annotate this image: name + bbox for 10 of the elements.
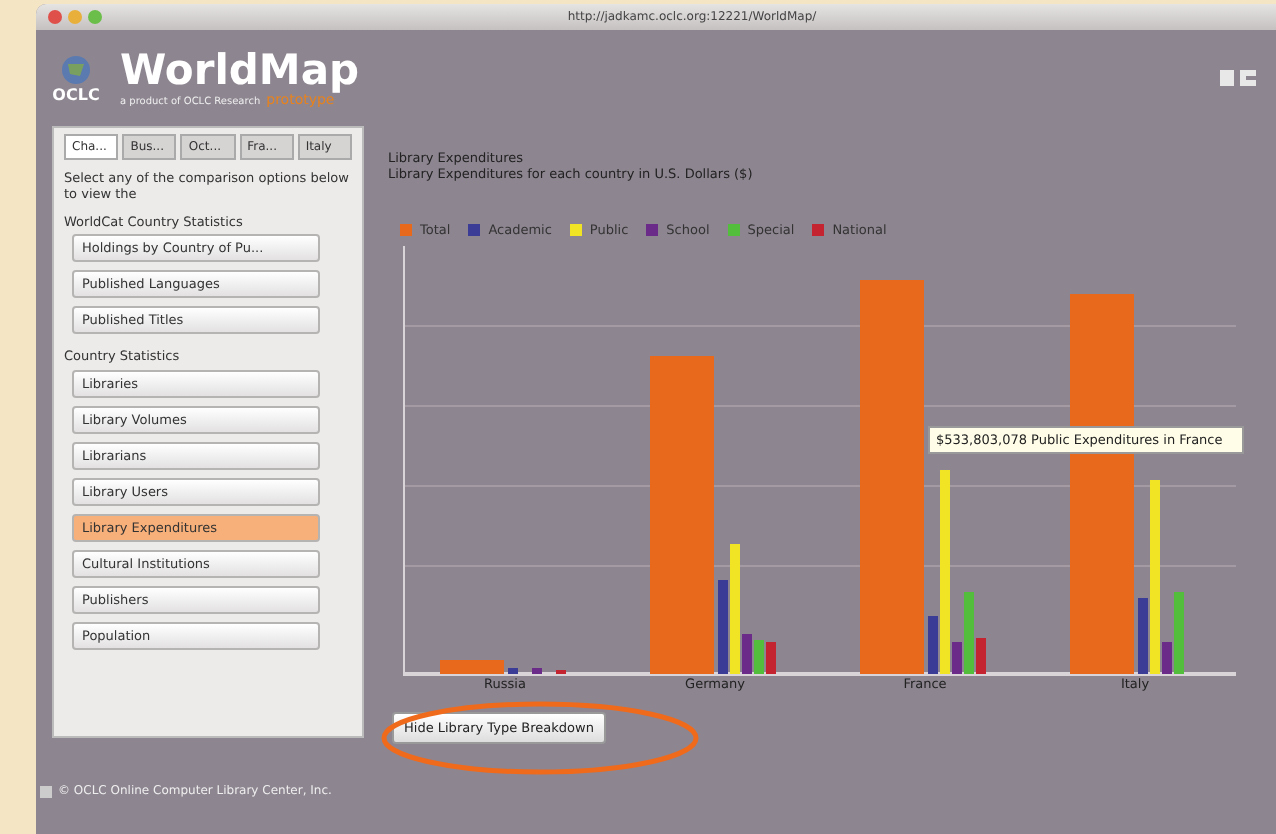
chart-bar (508, 668, 518, 674)
footer-icon (40, 785, 52, 797)
zoom-button[interactable] (88, 10, 102, 24)
close-button[interactable] (48, 10, 62, 24)
logo-icon (1216, 66, 1260, 90)
chart-bar (440, 660, 504, 674)
org-name: OCLC (52, 85, 100, 103)
app-title: WorldMap (120, 49, 360, 91)
chart-bar (532, 668, 542, 674)
minimize-button[interactable] (68, 10, 82, 24)
